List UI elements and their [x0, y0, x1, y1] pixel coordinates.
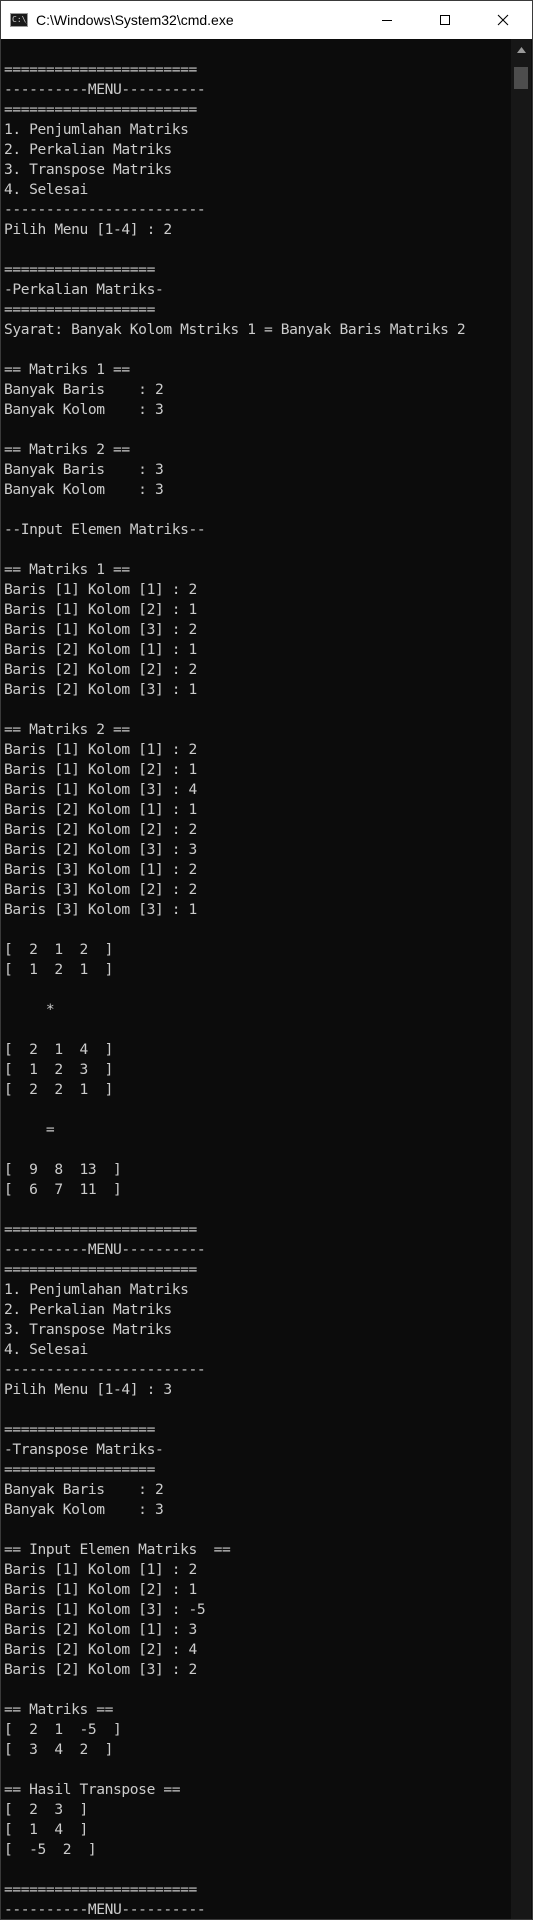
- console-line: 3. Transpose Matriks: [4, 1321, 172, 1338]
- cmd-window: C:\_ C:\Windows\System32\cmd.exe =======…: [0, 0, 533, 1920]
- console-line: [ 2 2 1 ]: [4, 1081, 114, 1098]
- console-line: Baris [2] Kolom [3] : 3: [4, 841, 197, 858]
- console-line: [ 2 1 2 ]: [4, 941, 114, 958]
- maximize-icon: [440, 15, 450, 25]
- console-line: [ 1 2 1 ]: [4, 961, 114, 978]
- chevron-up-icon: [516, 47, 526, 53]
- console-line: Baris [2] Kolom [1] : 1: [4, 641, 197, 658]
- scroll-up-button[interactable]: [511, 39, 531, 61]
- console-line: =======================: [4, 1881, 197, 1898]
- console-line: Baris [2] Kolom [1] : 1: [4, 801, 197, 818]
- cmd-app-icon: C:\_: [10, 13, 28, 27]
- console-line: [ 1 4 ]: [4, 1821, 88, 1838]
- console-line: 1. Penjumlahan Matriks: [4, 121, 189, 138]
- scroll-thumb[interactable]: [514, 67, 528, 89]
- console-line: Baris [3] Kolom [2] : 2: [4, 881, 197, 898]
- console-line: == Matriks 1 ==: [4, 561, 130, 578]
- vertical-scrollbar[interactable]: [511, 39, 531, 1919]
- console-line: == Matriks 1 ==: [4, 361, 130, 378]
- console-line: 4. Selesai: [4, 1341, 88, 1358]
- console-line: ------------------------: [4, 201, 206, 218]
- minimize-button[interactable]: [358, 1, 416, 39]
- console-line: == Input Elemen Matriks ==: [4, 1541, 231, 1558]
- console-line: [ 9 8 13 ]: [4, 1161, 122, 1178]
- console-line: ------------------------: [4, 1361, 206, 1378]
- close-button[interactable]: [474, 1, 532, 39]
- console-line: Baris [1] Kolom [2] : 1: [4, 1581, 197, 1598]
- console-line: == Matriks 2 ==: [4, 441, 130, 458]
- console-line: Banyak Kolom : 3: [4, 401, 164, 418]
- console-line: Baris [2] Kolom [2] : 2: [4, 821, 197, 838]
- console-line: ==================: [4, 301, 155, 318]
- console-line: -Perkalian Matriks-: [4, 281, 164, 298]
- console-line: Baris [2] Kolom [2] : 2: [4, 661, 197, 678]
- console-line: Baris [3] Kolom [3] : 1: [4, 901, 197, 918]
- console-line: [ 2 3 ]: [4, 1801, 88, 1818]
- console-line: Baris [1] Kolom [3] : 4: [4, 781, 197, 798]
- console-line: [ 2 1 -5 ]: [4, 1721, 122, 1738]
- console-line: [ -5 2 ]: [4, 1841, 97, 1858]
- console-line: Banyak Baris : 3: [4, 461, 164, 478]
- console-line: Baris [1] Kolom [3] : 2: [4, 621, 197, 638]
- console-line: Baris [2] Kolom [2] : 4: [4, 1641, 197, 1658]
- console-line: ==================: [4, 261, 155, 278]
- console-line: Baris [2] Kolom [3] : 2: [4, 1661, 197, 1678]
- console-line: Pilih Menu [1-4] : 2: [4, 221, 172, 238]
- console-line: 4. Selesai: [4, 181, 88, 198]
- console-line: [ 2 1 4 ]: [4, 1041, 114, 1058]
- console-line: =======================: [4, 1221, 197, 1238]
- console-line: *: [4, 1001, 55, 1018]
- console-line: Baris [1] Kolom [1] : 2: [4, 1561, 197, 1578]
- console-line: Baris [1] Kolom [2] : 1: [4, 761, 197, 778]
- title-bar[interactable]: C:\_ C:\Windows\System32\cmd.exe: [1, 1, 532, 39]
- console-line: ----------MENU----------: [4, 81, 206, 98]
- console-line: == Matriks ==: [4, 1701, 114, 1718]
- console-line: [ 1 2 3 ]: [4, 1061, 114, 1078]
- console-line: Banyak Baris : 2: [4, 381, 164, 398]
- console-line: Baris [1] Kolom [1] : 2: [4, 581, 197, 598]
- console-line: =: [4, 1121, 55, 1138]
- console-line: 3. Transpose Matriks: [4, 161, 172, 178]
- console-line: -Transpose Matriks-: [4, 1441, 164, 1458]
- console-line: Baris [2] Kolom [1] : 3: [4, 1621, 197, 1638]
- console-line: =======================: [4, 101, 197, 118]
- console-line: Banyak Kolom : 3: [4, 481, 164, 498]
- console-line: [ 3 4 2 ]: [4, 1741, 114, 1758]
- console-line: ==================: [4, 1421, 155, 1438]
- minimize-icon: [382, 20, 392, 21]
- console-line: ==================: [4, 1461, 155, 1478]
- console-line: == Hasil Transpose ==: [4, 1781, 181, 1798]
- console-line: Pilih Menu [1-4] : 3: [4, 1381, 172, 1398]
- close-icon: [497, 14, 509, 26]
- console-line: Baris [2] Kolom [3] : 1: [4, 681, 197, 698]
- console-text: ======================= ----------MENU--…: [2, 39, 510, 1919]
- console-line: ----------MENU----------: [4, 1901, 206, 1918]
- console-line: Baris [1] Kolom [1] : 2: [4, 741, 197, 758]
- console-line: --Input Elemen Matriks--: [4, 521, 206, 538]
- console-line: == Matriks 2 ==: [4, 721, 130, 738]
- console-output[interactable]: ======================= ----------MENU--…: [2, 39, 510, 1919]
- console-line: 2. Perkalian Matriks: [4, 141, 172, 158]
- maximize-button[interactable]: [416, 1, 474, 39]
- window-title: C:\Windows\System32\cmd.exe: [36, 12, 234, 28]
- console-line: =======================: [4, 61, 197, 78]
- console-line: 1. Penjumlahan Matriks: [4, 1281, 189, 1298]
- console-line: Baris [3] Kolom [1] : 2: [4, 861, 197, 878]
- console-line: Banyak Baris : 2: [4, 1481, 164, 1498]
- console-line: 2. Perkalian Matriks: [4, 1301, 172, 1318]
- console-line: =======================: [4, 1261, 197, 1278]
- console-line: Banyak Kolom : 3: [4, 1501, 164, 1518]
- console-line: Baris [1] Kolom [3] : -5: [4, 1601, 206, 1618]
- console-line: [ 6 7 11 ]: [4, 1181, 122, 1198]
- console-line: Syarat: Banyak Kolom Mstriks 1 = Banyak …: [4, 321, 466, 338]
- console-line: Baris [1] Kolom [2] : 1: [4, 601, 197, 618]
- console-line: ----------MENU----------: [4, 1241, 206, 1258]
